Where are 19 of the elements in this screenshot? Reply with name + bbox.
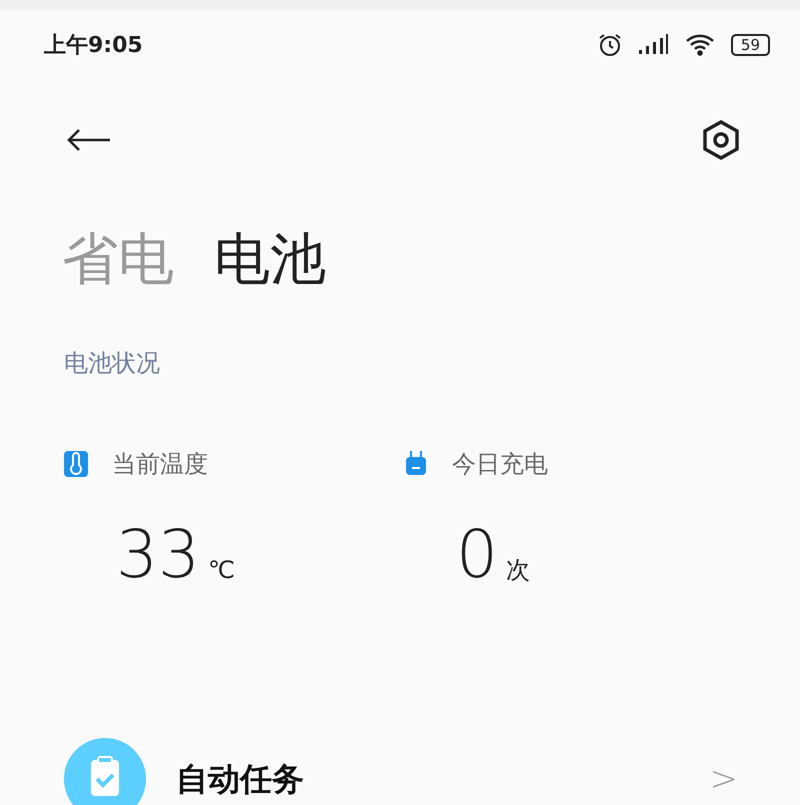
status-time: 上午9:05 [44,32,143,60]
back-arrow-icon[interactable] [66,128,112,152]
thermometer-icon [64,451,88,477]
settings-icon[interactable] [702,120,740,160]
alarm-icon [596,32,623,58]
stat-label: 今日充电 [452,449,548,480]
plug-icon [404,451,428,477]
section-title: 电池状况 [63,348,161,379]
battery-indicator: 59 [730,34,770,56]
tab[interactable]: 电池 [214,232,326,288]
clipboard-check-icon [64,738,146,805]
stat-value: 0 [456,522,498,588]
stat-label: 当前温度 [112,449,208,480]
stat-unit: ℃ [208,555,235,586]
signal-icon [638,34,669,56]
stat-unit: 次 [506,555,530,586]
list-item-title[interactable]: 自动任务 [176,755,704,803]
wifi-icon [684,34,715,56]
stat-value: 33 [116,522,200,588]
